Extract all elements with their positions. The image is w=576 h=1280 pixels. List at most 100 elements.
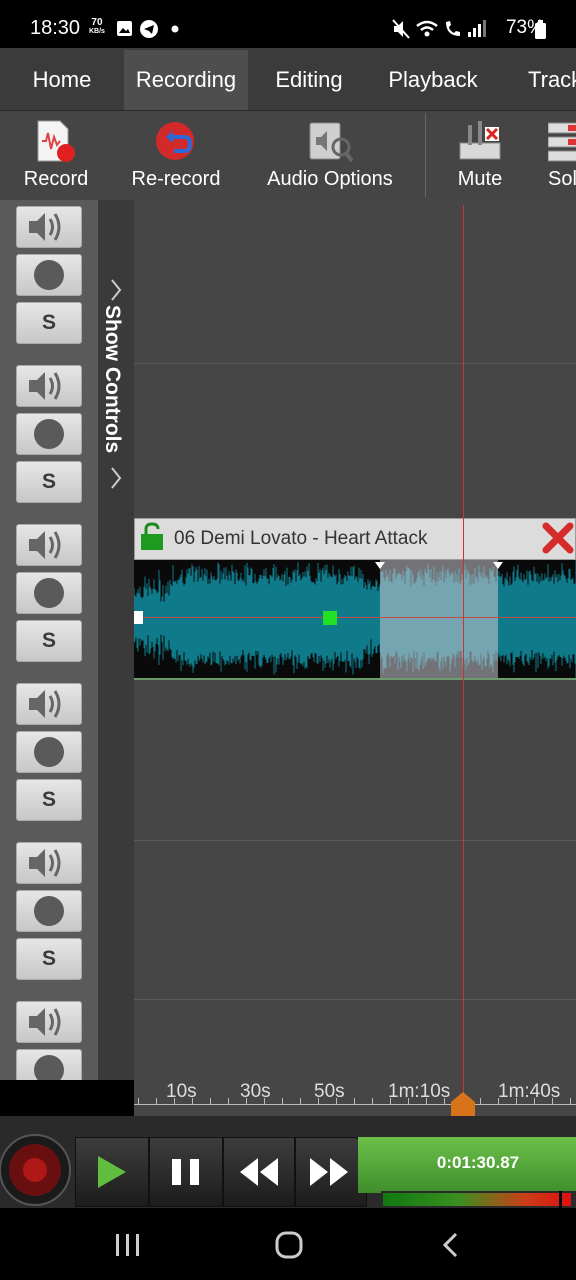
record-dot-icon: [34, 737, 64, 767]
arm-record-button[interactable]: [16, 254, 82, 296]
track-separator: [134, 999, 576, 1000]
solo-track-button[interactable]: S: [16, 302, 82, 344]
telegram-icon: [140, 20, 158, 38]
arm-record-button[interactable]: [16, 731, 82, 773]
arm-record-button[interactable]: [16, 413, 82, 455]
record-dot-icon: [34, 896, 64, 926]
tab-home[interactable]: Home: [0, 50, 124, 110]
ruler-minor-tick: [552, 1098, 553, 1104]
unlock-icon[interactable]: [138, 522, 166, 552]
clip-waveform[interactable]: [134, 560, 576, 678]
ruler-minor-tick: [156, 1098, 157, 1104]
speaker-button[interactable]: [16, 683, 82, 725]
rerecord-button[interactable]: Re-record: [126, 111, 226, 201]
ruler-minor-tick: [246, 1098, 247, 1104]
audio-options-icon: [309, 122, 354, 163]
speaker-button[interactable]: [16, 365, 82, 407]
ruler-minor-ticks: [134, 1098, 576, 1105]
solo-track-button[interactable]: S: [16, 779, 82, 821]
tab-editing[interactable]: Editing: [248, 50, 370, 110]
speaker-button[interactable]: [16, 842, 82, 884]
ribbon-toolbar: Record Re-record Audio Options Mute Sol: [0, 110, 576, 201]
fast-forward-icon: [310, 1158, 348, 1186]
rewind-icon: [240, 1158, 278, 1186]
battery-icon: [535, 20, 546, 39]
tab-recording[interactable]: Recording: [124, 50, 248, 110]
current-time: 0:01:30.87: [436, 1153, 520, 1172]
speed-unit: KB/s: [89, 28, 105, 35]
solo-track-button[interactable]: S: [16, 620, 82, 662]
ruler-minor-tick: [444, 1098, 445, 1104]
speed-value: 70: [91, 17, 103, 28]
ruler-minor-tick: [300, 1098, 301, 1104]
pause-button[interactable]: [149, 1137, 223, 1207]
level-meter: [381, 1191, 576, 1208]
show-controls-toggle[interactable]: Show Controls: [100, 305, 124, 453]
record-button[interactable]: Record: [10, 111, 102, 201]
solo-letter: S: [41, 311, 56, 334]
solo-letter: S: [41, 470, 56, 493]
record-transport-button[interactable]: [0, 1122, 76, 1208]
chevron-bottom-icon: [111, 467, 122, 489]
solo-letter: S: [41, 947, 56, 970]
audio-options-button[interactable]: Audio Options: [260, 111, 400, 201]
speaker-icon: [29, 849, 61, 877]
ruler-minor-tick: [390, 1098, 391, 1104]
solo-track-button[interactable]: S: [16, 938, 82, 980]
ruler-minor-tick: [336, 1098, 337, 1104]
wifi-icon: [416, 20, 438, 37]
record-label: Record: [23, 168, 89, 190]
record-icon: [37, 120, 75, 162]
chevron-top-icon: [111, 279, 122, 301]
solo-letter: S: [41, 788, 56, 811]
ruler-minor-tick: [174, 1098, 175, 1104]
ruler-minor-tick: [228, 1098, 229, 1104]
speaker-button[interactable]: [16, 524, 82, 566]
playhead-marker[interactable]: [450, 1091, 476, 1117]
signal-icon: [468, 20, 486, 37]
status-time: 18:30: [30, 17, 81, 39]
envelope-line: [134, 617, 576, 618]
fast-forward-button[interactable]: [295, 1137, 367, 1207]
arm-record-button[interactable]: [16, 890, 82, 932]
arm-record-button[interactable]: [16, 1049, 82, 1080]
solo-track-button[interactable]: S: [16, 461, 82, 503]
recent-apps-icon[interactable]: [114, 1232, 142, 1258]
play-button[interactable]: [75, 1137, 149, 1207]
solo-icon: [548, 122, 576, 162]
android-nav-bar: [0, 1208, 576, 1280]
solo-button[interactable]: Solo: [546, 111, 576, 201]
call-icon: [446, 21, 460, 36]
tab-track[interactable]: Track: [528, 50, 576, 110]
home-icon[interactable]: [274, 1230, 304, 1260]
ruler-minor-tick: [408, 1098, 409, 1104]
record-dot-icon: [34, 419, 64, 449]
ruler-minor-tick: [210, 1098, 211, 1104]
toolbar-divider: [425, 113, 426, 197]
gallery-icon: [117, 21, 132, 36]
speaker-icon: [29, 531, 61, 559]
arm-record-button[interactable]: [16, 572, 82, 614]
mute-label: Mute: [457, 168, 503, 190]
speaker-icon: [29, 213, 61, 241]
clip-title: 06 Demi Lovato - Heart Attack: [174, 528, 428, 549]
rewind-button[interactable]: [223, 1137, 295, 1207]
speaker-icon: [29, 1008, 61, 1036]
rerecord-icon: [156, 122, 194, 160]
close-clip-icon[interactable]: [542, 522, 574, 554]
mute-button[interactable]: Mute: [444, 111, 516, 201]
tab-playback[interactable]: Playback: [370, 50, 496, 110]
back-icon[interactable]: [438, 1230, 464, 1260]
selection-region: [380, 560, 498, 678]
network-speed: 70 KB/s: [89, 18, 105, 36]
pause-icon: [172, 1159, 199, 1185]
ruler-minor-tick: [426, 1098, 427, 1104]
speaker-icon: [29, 372, 61, 400]
rerecord-label: Re-record: [131, 168, 221, 190]
ruler-minor-tick: [480, 1098, 481, 1104]
speaker-button[interactable]: [16, 206, 82, 248]
dot-icon: [171, 25, 179, 33]
ruler-minor-tick: [516, 1098, 517, 1104]
waveform-graphic: [134, 560, 576, 678]
speaker-button[interactable]: [16, 1001, 82, 1043]
